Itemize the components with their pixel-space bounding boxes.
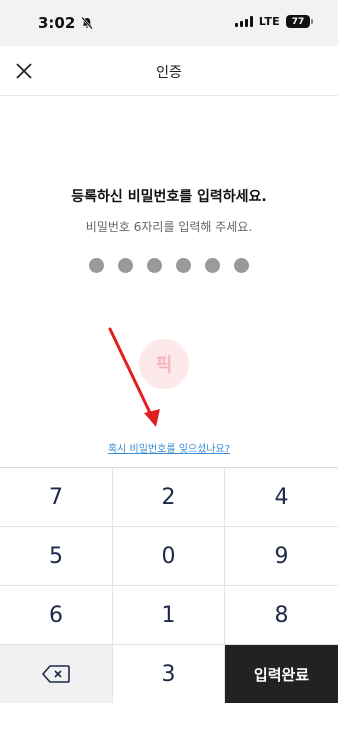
status-time-text: 3:02 <box>38 14 76 32</box>
status-bar: 3:02 LTE 77 <box>0 0 338 46</box>
page-title: 인증 <box>156 65 182 81</box>
key-digit[interactable]: 8 <box>225 586 338 645</box>
prompt-title: 등록하신 비밀번호를 입력하세요. <box>71 189 267 205</box>
bell-off-icon <box>80 16 94 30</box>
pin-dot <box>176 258 191 273</box>
key-digit[interactable]: 9 <box>225 527 338 586</box>
pin-dot <box>89 258 104 273</box>
network-label: LTE <box>258 15 280 28</box>
header: 인증 <box>0 46 338 96</box>
key-digit[interactable]: 1 <box>113 586 225 645</box>
key-digit[interactable]: 5 <box>0 527 113 586</box>
battery-level: 77 <box>291 16 305 27</box>
key-digit[interactable]: 4 <box>225 468 338 527</box>
complete-button[interactable]: 입력완료 <box>225 645 338 704</box>
key-digit[interactable]: 0 <box>113 527 225 586</box>
status-time: 3:02 <box>38 14 94 32</box>
number-keypad: 7 2 4 5 0 9 6 1 8 3 입력완료 <box>0 467 338 704</box>
key-digit[interactable]: 2 <box>113 468 225 527</box>
battery-icon: 77 <box>286 15 313 28</box>
annotation-arrow-icon <box>108 327 160 427</box>
prompt-subtitle: 비밀번호 6자리를 입력해 주세요. <box>85 220 253 234</box>
pin-indicator <box>0 258 338 273</box>
pin-dot <box>147 258 162 273</box>
pin-dot <box>205 258 220 273</box>
status-indicators: LTE 77 <box>234 15 313 28</box>
backspace-icon <box>42 665 70 683</box>
backspace-button[interactable] <box>0 645 113 704</box>
pin-dot <box>234 258 249 273</box>
home-indicator-area <box>0 703 338 730</box>
key-digit[interactable]: 6 <box>0 586 113 645</box>
signal-icon <box>234 16 253 27</box>
pin-dot <box>118 258 133 273</box>
forgot-password-link[interactable]: 혹시 비밀번호를 잊으셨나요? <box>0 440 338 455</box>
key-digit[interactable]: 3 <box>113 645 225 704</box>
key-digit[interactable]: 7 <box>0 468 113 527</box>
